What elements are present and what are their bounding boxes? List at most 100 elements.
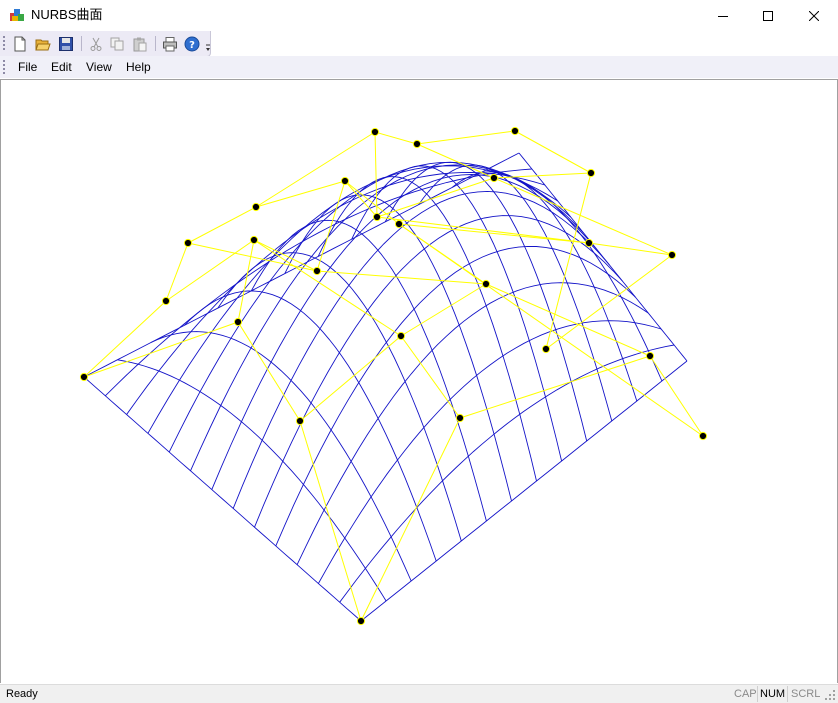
control-point [340, 176, 350, 186]
status-separator [757, 686, 758, 702]
save-button[interactable] [56, 34, 76, 53]
minimize-button[interactable] [700, 0, 746, 31]
control-net [83, 130, 704, 622]
maximize-button[interactable] [745, 0, 791, 31]
control-net-edge [255, 131, 376, 208]
window-title: NURBS曲面 [31, 7, 103, 22]
control-point [394, 219, 404, 229]
control-net-edge [83, 300, 167, 378]
control-points [79, 126, 708, 626]
surface-isoline-v [254, 215, 623, 528]
control-net-edge [165, 242, 189, 302]
app-icon [10, 9, 24, 21]
control-net-edge [299, 335, 402, 422]
control-net-edge [253, 239, 402, 337]
control-point [356, 616, 366, 626]
control-net-edge [398, 223, 704, 437]
control-point [412, 139, 422, 149]
control-point [249, 235, 259, 245]
num-lock-indicator: NUM [760, 688, 786, 700]
minimize-icon [718, 15, 728, 17]
menu-file[interactable]: File [18, 60, 37, 74]
surface-isoline-u [150, 331, 412, 582]
control-net-edge [588, 242, 673, 256]
control-point [455, 413, 465, 423]
print-button[interactable] [160, 34, 180, 53]
control-point [370, 127, 380, 137]
control-point [295, 416, 305, 426]
view-area[interactable] [0, 79, 838, 683]
control-point [161, 296, 171, 306]
title-bar: NURBS曲面 [0, 0, 838, 31]
open-button[interactable] [33, 34, 53, 53]
control-point [489, 173, 499, 183]
status-text: Ready [6, 688, 38, 700]
svg-text:?: ? [189, 40, 195, 51]
control-net-edge [360, 417, 461, 622]
maximize-icon [763, 10, 773, 21]
menu-bar: File Edit View Help [0, 56, 838, 78]
surface-mesh [83, 152, 688, 622]
cut-button[interactable] [86, 34, 106, 53]
toolbar-separator [155, 36, 156, 51]
control-net-edge [344, 180, 400, 225]
surface-isoline-u [184, 290, 437, 562]
surface-isoline-v [296, 282, 649, 565]
control-point [541, 344, 551, 354]
control-net-edge [316, 180, 346, 272]
toolbar: ? [0, 31, 211, 57]
control-net-edge [649, 355, 704, 437]
copy-button[interactable] [107, 34, 127, 53]
control-net-edge [316, 270, 487, 285]
resize-grip-icon[interactable] [824, 689, 836, 701]
surface-isoline-u [117, 359, 387, 602]
menu-view[interactable]: View [86, 60, 112, 74]
control-net-edge [376, 216, 590, 244]
help-icon: ? [184, 36, 200, 51]
caps-lock-indicator: CAP [734, 688, 757, 700]
new-file-button[interactable] [10, 34, 30, 53]
control-net-edge [374, 131, 378, 218]
control-net-edge [255, 180, 346, 208]
open-folder-icon [35, 39, 51, 50]
paste-button[interactable] [130, 34, 150, 53]
control-point [183, 238, 193, 248]
menu-edit[interactable]: Edit [51, 60, 72, 74]
control-point [251, 202, 261, 212]
help-button[interactable]: ? [182, 34, 202, 53]
control-point [667, 250, 677, 260]
toolbar-grip[interactable] [3, 36, 5, 51]
surface-isoline-u [250, 219, 487, 522]
control-point [510, 126, 520, 136]
control-point [396, 331, 406, 341]
close-button[interactable] [791, 0, 837, 31]
control-point [372, 212, 382, 222]
close-icon [809, 10, 819, 21]
control-net-edge [514, 130, 592, 174]
nurbs-surface-canvas [79, 126, 708, 626]
toolbar-overflow-icon[interactable] [204, 33, 212, 55]
surface-isoline-u [451, 171, 638, 402]
surface-isoline-u [518, 152, 688, 362]
control-net-edge [299, 420, 362, 622]
surface-isoline-v [339, 344, 675, 603]
new-file-icon [14, 36, 26, 51]
paste-icon [133, 37, 147, 51]
scroll-lock-indicator: SCRL [791, 688, 821, 700]
control-net-edge [459, 355, 651, 419]
control-net-edge [237, 321, 301, 422]
menu-help[interactable]: Help [126, 60, 151, 74]
control-net-edge [187, 206, 257, 244]
control-point [79, 372, 89, 382]
toolbar-separator [81, 36, 82, 51]
surface-isoline-u [284, 194, 512, 502]
save-icon [59, 36, 73, 51]
control-net-edge [374, 131, 418, 145]
control-net-edge [398, 223, 590, 244]
menubar-grip[interactable] [3, 60, 5, 74]
control-point [584, 238, 594, 248]
control-net-edge [416, 130, 516, 145]
control-net-edge [400, 335, 461, 419]
status-bar: Ready CAP NUM SCRL [0, 684, 838, 703]
control-point [312, 266, 322, 276]
